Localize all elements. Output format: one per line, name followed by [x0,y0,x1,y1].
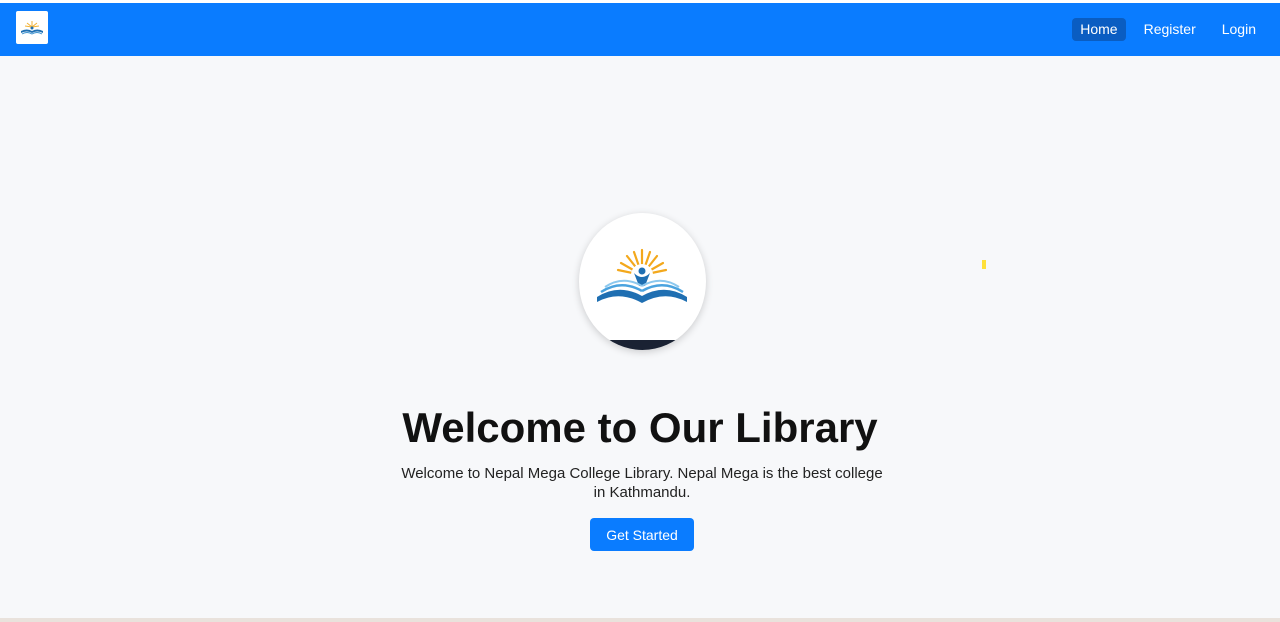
hero-subtitle: Welcome to Nepal Mega College Library. N… [401,465,883,501]
nav-register-link[interactable]: Register [1136,18,1204,41]
get-started-button[interactable]: Get Started [590,518,694,551]
hero-title: Welcome to Our Library [402,404,878,451]
bottom-border [0,618,1280,622]
library-logo-icon [579,213,706,350]
nav-links: Home Register Login [1072,18,1264,41]
brand-logo-icon[interactable] [16,11,48,44]
logo-base-shadow [579,340,706,350]
nav-home-link[interactable]: Home [1072,18,1126,41]
highlight-mark [982,260,986,269]
nav-login-link[interactable]: Login [1214,18,1264,41]
hero-section: Welcome to Our Library Welcome to Nepal … [0,56,1280,618]
navbar: Home Register Login [0,3,1280,56]
